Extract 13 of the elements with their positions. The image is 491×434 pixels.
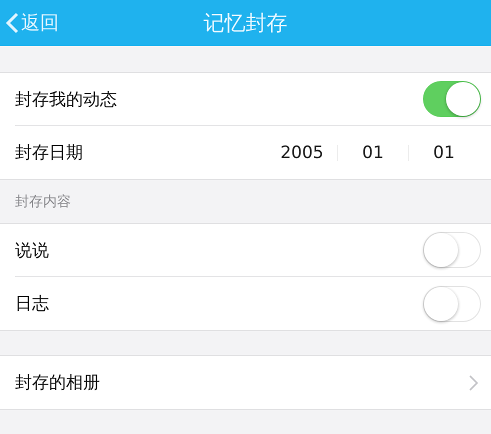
row-label: 封存的相册 — [15, 372, 101, 394]
date-picker-value[interactable]: 2005 — [267, 142, 337, 162]
toggle-switch[interactable] — [423, 81, 481, 117]
row-label: 日志 — [15, 293, 50, 315]
screen-title: 记忆封存 — [204, 11, 288, 35]
chevron-right-icon — [469, 374, 479, 390]
section-header: 封存内容 — [15, 192, 71, 210]
row-label: 封存我的动态 — [15, 88, 118, 110]
date-picker-value[interactable]: 01 — [338, 142, 408, 162]
date-picker-value[interactable]: 01 — [409, 142, 479, 162]
row-label: 封存日期 — [15, 142, 84, 164]
chevron-left-icon — [6, 12, 19, 34]
row-label: 说说 — [15, 240, 50, 262]
